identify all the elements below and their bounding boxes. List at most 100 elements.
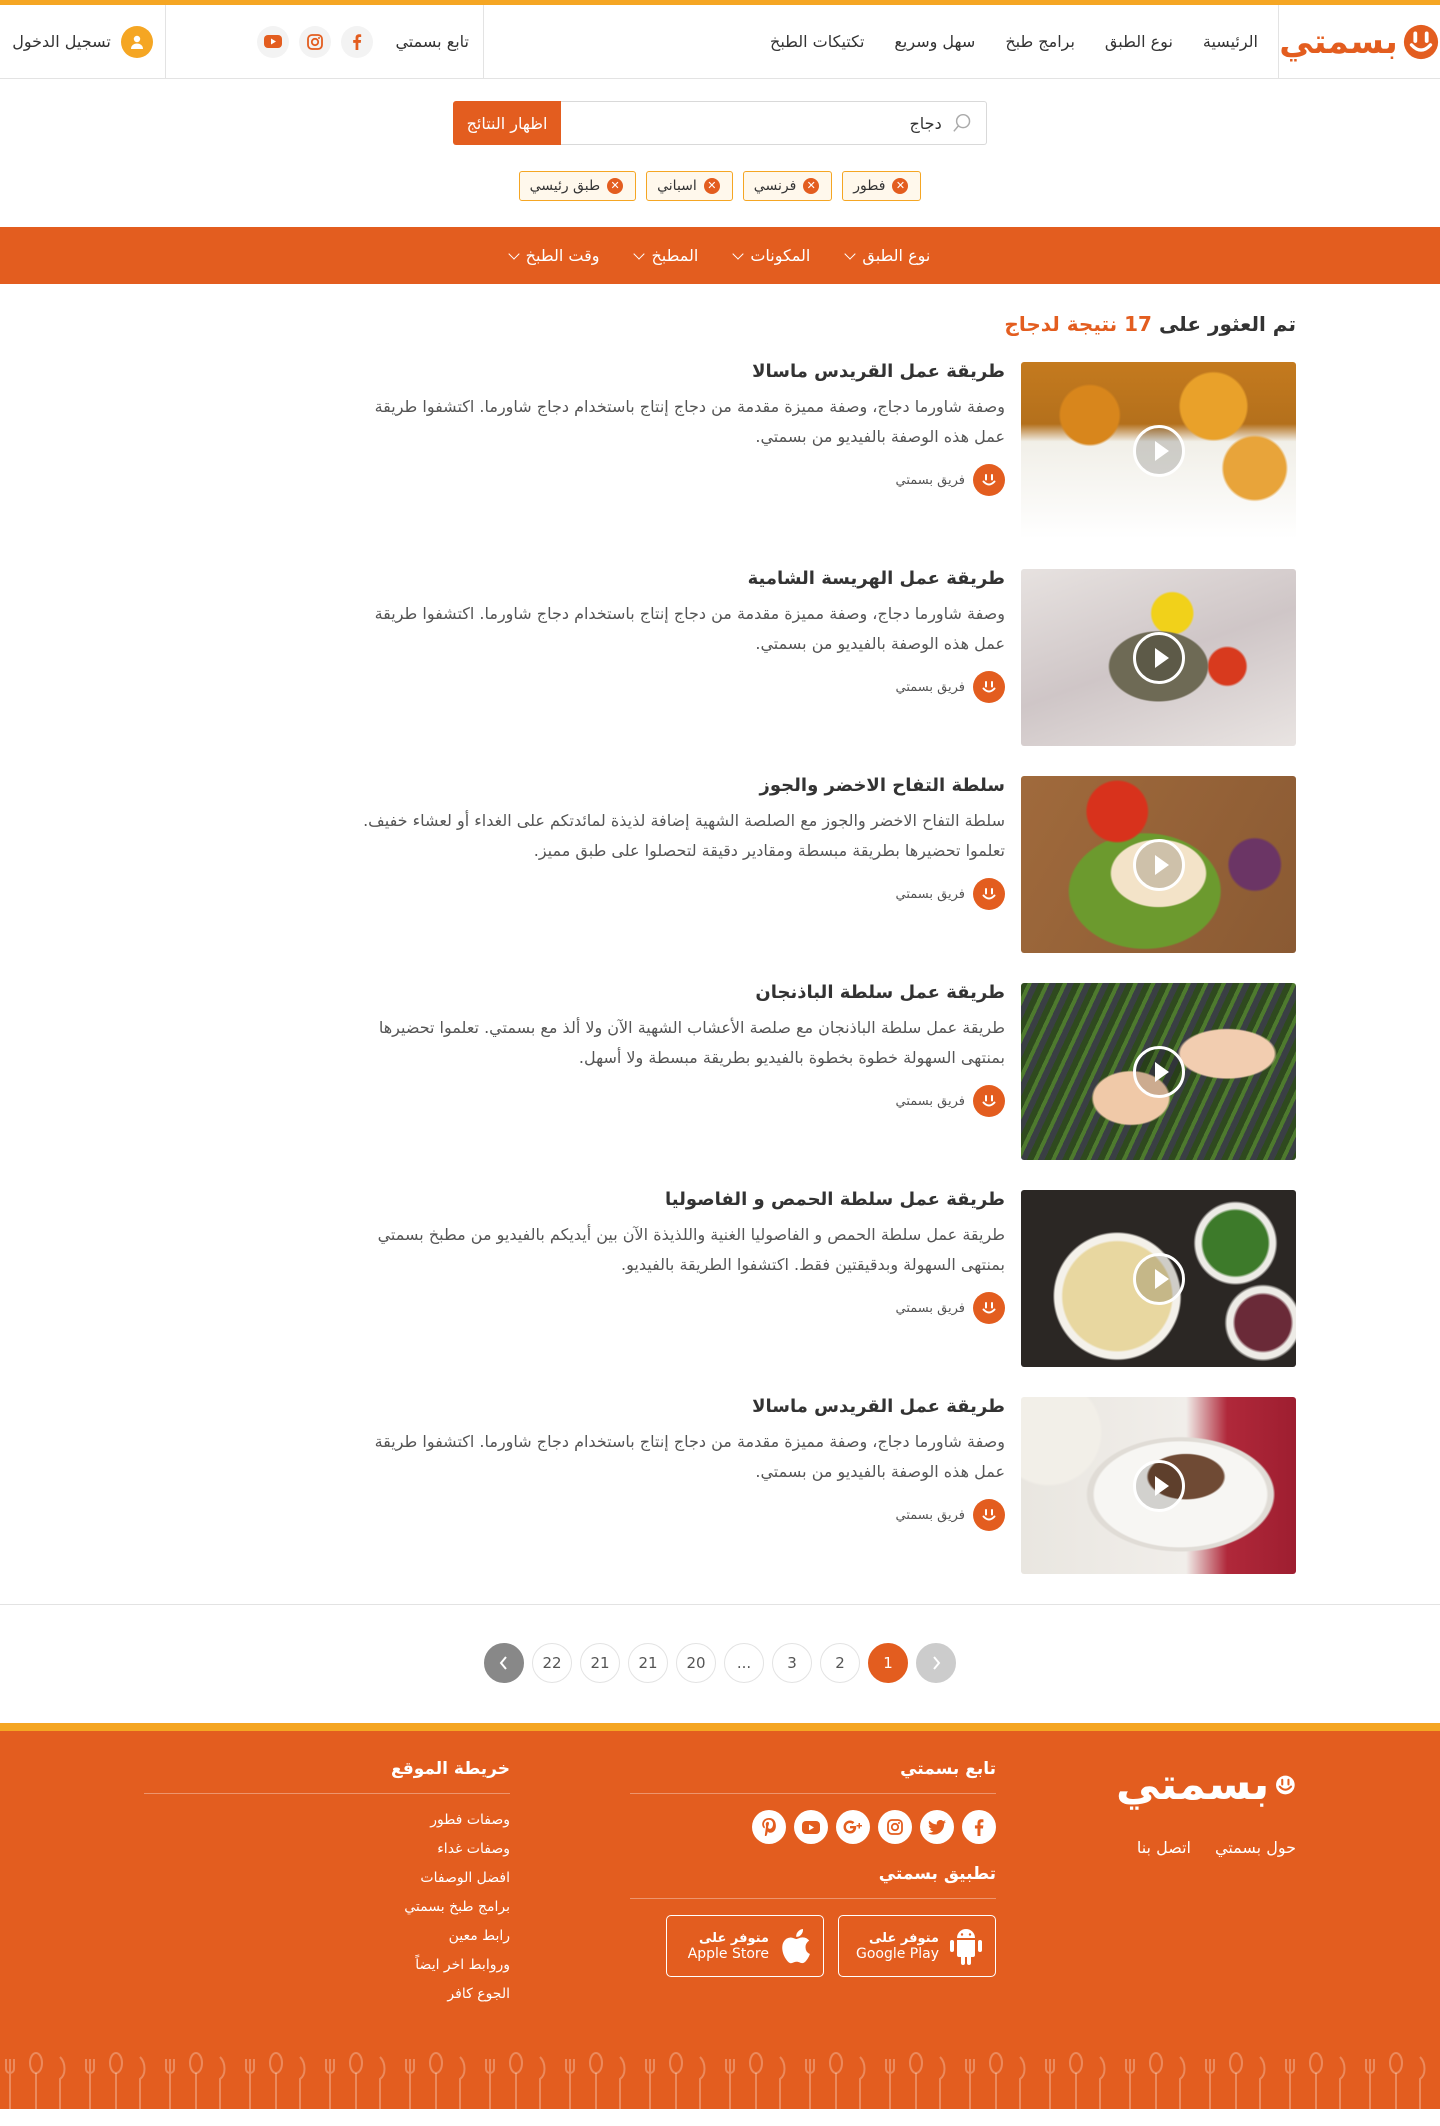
- sitemap-link[interactable]: برامج طبخ بسمتي: [144, 1893, 510, 1922]
- footer-app-title: تطبيق بسمتي: [630, 1864, 996, 1899]
- recipe-author[interactable]: فريق بسمتي: [345, 1292, 1005, 1324]
- main-nav: الرئيسية نوع الطبق برامج طبخ سهل وسريع ت…: [484, 5, 1278, 78]
- site-logo[interactable]: بسمتي: [1278, 5, 1440, 78]
- sitemap-link[interactable]: وصفات غداء: [144, 1835, 510, 1864]
- page-button[interactable]: 1: [868, 1643, 908, 1683]
- filter-bar: نوع الطبق المكونات المطبخ وقت الطبخ: [0, 227, 1440, 284]
- sitemap-link[interactable]: وروابط اخر ايضاً: [144, 1951, 510, 1980]
- page-button[interactable]: 2: [820, 1643, 860, 1683]
- filter-ingredients[interactable]: المكونات: [732, 246, 810, 265]
- recipe-card[interactable]: طريقة عمل سلطة الباذنجان طريقة عمل سلطة …: [144, 981, 1296, 1160]
- recipe-description: طريقة عمل سلطة الحمص و الفاصوليا الغنية …: [377, 1225, 1005, 1274]
- remove-tag-icon[interactable]: ✕: [892, 178, 909, 194]
- recipe-title[interactable]: طريقة عمل القريدس ماسالا: [345, 360, 1005, 384]
- youtube-icon[interactable]: [794, 1810, 828, 1844]
- recipe-author[interactable]: فريق بسمتي: [345, 1499, 1005, 1531]
- play-icon[interactable]: [1132, 631, 1185, 684]
- next-page-button[interactable]: [484, 1643, 524, 1683]
- play-icon[interactable]: [1132, 424, 1185, 477]
- recipe-title[interactable]: طريقة عمل سلطة الباذنجان: [345, 981, 1005, 1005]
- remove-tag-icon[interactable]: ✕: [703, 178, 720, 194]
- recipe-author[interactable]: فريق بسمتي: [345, 878, 1005, 910]
- site-footer: بسمتي حول بسمتي اتصل بنا تابع بسمتي تطبي…: [0, 1723, 1440, 2109]
- nav-dish-type[interactable]: نوع الطبق: [1105, 32, 1173, 51]
- recipe-thumbnail[interactable]: [1021, 1190, 1296, 1367]
- search-icon: [952, 113, 970, 132]
- page-button[interactable]: 3: [772, 1643, 812, 1683]
- play-icon[interactable]: [1132, 1252, 1185, 1305]
- page-button[interactable]: 21: [580, 1643, 620, 1683]
- recipe-thumbnail[interactable]: [1021, 776, 1296, 953]
- author-name: فريق بسمتي: [895, 679, 965, 695]
- store-line1: متوفر على: [869, 1930, 939, 1946]
- recipe-card[interactable]: سلطة التفاح الاخضر والجوز سلطة التفاح ال…: [144, 774, 1296, 953]
- recipe-thumbnail[interactable]: [1021, 1397, 1296, 1574]
- google-plus-icon[interactable]: [836, 1810, 870, 1844]
- login-button[interactable]: تسجيل الدخول: [0, 5, 166, 78]
- pagination: 1 2 3 ... 20 21 21 22: [0, 1605, 1440, 1723]
- filter-label: المطبخ: [651, 246, 699, 265]
- recipe-thumbnail[interactable]: [1021, 362, 1296, 539]
- tag-spanish[interactable]: ✕ اسباني: [646, 171, 733, 201]
- nav-cooking-shows[interactable]: برامج طبخ: [1005, 32, 1075, 51]
- recipe-thumbnail[interactable]: [1021, 983, 1296, 1160]
- page-ellipsis: ...: [724, 1643, 764, 1683]
- footer-brand: بسمتي حول بسمتي اتصل بنا: [1116, 1759, 1296, 2009]
- footer-contact-link[interactable]: اتصل بنا: [1137, 1838, 1191, 1857]
- play-icon[interactable]: [1132, 1459, 1185, 1512]
- pinterest-icon[interactable]: [752, 1810, 786, 1844]
- filter-dish-type[interactable]: نوع الطبق: [844, 246, 930, 265]
- recipe-thumbnail[interactable]: [1021, 569, 1296, 746]
- instagram-icon[interactable]: [299, 25, 332, 58]
- results-heading: تم العثور على 17 نتيجة لدجاج: [144, 284, 1296, 362]
- search-section: اظهار النتائج ✕ فطور ✕ فرنسي ✕ اسباني ✕ طبق …: [0, 79, 1440, 227]
- recipe-card[interactable]: طريقة عمل القريدس ماسالا وصفة شاورما دجا…: [144, 360, 1296, 539]
- recipe-card[interactable]: طريقة عمل القريدس ماسالا وصفة شاورما دجا…: [144, 1395, 1296, 1574]
- page-button[interactable]: 21: [628, 1643, 668, 1683]
- play-icon[interactable]: [1132, 838, 1185, 891]
- tag-breakfast[interactable]: ✕ فطور: [842, 171, 922, 201]
- tag-label: فطور: [853, 178, 886, 194]
- remove-tag-icon[interactable]: ✕: [803, 178, 820, 194]
- nav-home[interactable]: الرئيسية: [1203, 32, 1258, 51]
- sitemap-link[interactable]: افضل الوصفات: [144, 1864, 510, 1893]
- recipe-title[interactable]: طريقة عمل القريدس ماسالا: [345, 1395, 1005, 1419]
- recipe-title[interactable]: سلطة التفاح الاخضر والجوز: [345, 774, 1005, 798]
- apple-store-button[interactable]: متوفر على Apple Store: [666, 1915, 824, 1977]
- recipe-title[interactable]: طريقة عمل سلطة الحمص و الفاصوليا: [345, 1188, 1005, 1212]
- tag-label: فرنسي: [753, 178, 797, 194]
- recipe-card[interactable]: طريقة عمل سلطة الحمص و الفاصوليا طريقة ع…: [144, 1188, 1296, 1367]
- search-bar: اظهار النتائج: [453, 101, 987, 145]
- sitemap-link[interactable]: الجوع كافر: [144, 1980, 510, 2009]
- tag-french[interactable]: ✕ فرنسي: [742, 171, 833, 201]
- nav-cooking-tips[interactable]: تكتيكات الطبخ: [770, 32, 864, 51]
- twitter-icon[interactable]: [920, 1810, 954, 1844]
- search-input[interactable]: [575, 113, 942, 133]
- facebook-icon[interactable]: [341, 25, 374, 58]
- recipe-author[interactable]: فريق بسمتي: [345, 464, 1005, 496]
- sitemap-link[interactable]: وصفات فطور: [144, 1806, 510, 1835]
- footer-about-link[interactable]: حول بسمتي: [1215, 1838, 1296, 1857]
- youtube-icon[interactable]: [257, 25, 290, 58]
- prev-page-button[interactable]: [916, 1643, 956, 1683]
- instagram-icon[interactable]: [878, 1810, 912, 1844]
- apple-icon: [782, 1929, 810, 1964]
- recipe-title[interactable]: طريقة عمل الهريسة الشامية: [345, 567, 1005, 591]
- nav-quick-easy[interactable]: سهل وسريع: [894, 32, 975, 51]
- page-button[interactable]: 22: [532, 1643, 572, 1683]
- recipe-author[interactable]: فريق بسمتي: [345, 671, 1005, 703]
- recipe-author[interactable]: فريق بسمتي: [345, 1085, 1005, 1117]
- chevron-down-icon: [844, 247, 857, 260]
- sitemap-link[interactable]: رابط معين: [144, 1922, 510, 1951]
- page-button[interactable]: 20: [676, 1643, 716, 1683]
- play-icon[interactable]: [1132, 1045, 1185, 1098]
- recipe-card[interactable]: طريقة عمل الهريسة الشامية وصفة شاورما دج…: [144, 567, 1296, 746]
- footer-logo[interactable]: بسمتي: [1116, 1759, 1296, 1810]
- google-play-button[interactable]: متوفر على Google Play: [838, 1915, 996, 1977]
- tag-main-dish[interactable]: ✕ طبق رئيسي: [518, 171, 637, 201]
- filter-cuisine[interactable]: المطبخ: [633, 246, 699, 265]
- remove-tag-icon[interactable]: ✕: [607, 178, 624, 194]
- facebook-icon[interactable]: [962, 1810, 996, 1844]
- show-results-button[interactable]: اظهار النتائج: [453, 101, 561, 145]
- filter-cooking-time[interactable]: وقت الطبخ: [508, 246, 599, 265]
